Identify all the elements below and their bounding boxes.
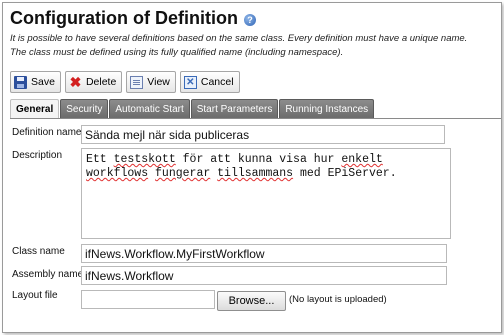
cancel-button[interactable]: ✕ Cancel (179, 71, 240, 93)
cancel-icon: ✕ (183, 75, 197, 89)
delete-button[interactable]: ✖ Delete (64, 71, 123, 93)
class-name-input[interactable] (81, 244, 447, 263)
tab-general[interactable]: General (10, 99, 60, 118)
definition-name-input[interactable] (81, 125, 445, 144)
page-title: Configuration of Definition (10, 8, 238, 28)
save-button[interactable]: Save (10, 71, 61, 93)
page-title-row: Configuration of Definition ? (10, 8, 256, 29)
intro-line-1: It is possible to have several definitio… (10, 33, 468, 44)
view-button[interactable]: View (126, 71, 176, 93)
browse-button[interactable]: Browse... (217, 291, 286, 311)
layout-file-input[interactable] (81, 290, 215, 309)
description-textarea[interactable]: Ett testskott för att kunna visa hur enk… (81, 148, 451, 239)
description-line-1: Ett testskott för att kunna visa hur enk… (86, 153, 383, 166)
spell-error-word: enkelt (341, 153, 383, 166)
tab-automatic-start[interactable]: Automatic Start (109, 99, 190, 118)
intro-line-2: The class must be defined using its full… (10, 47, 344, 58)
class-name-label: Class name (12, 246, 65, 257)
spell-error-word: workflows (86, 167, 149, 180)
spell-error-word: tillsammans (217, 167, 294, 180)
view-icon (130, 75, 144, 89)
delete-icon: ✖ (69, 73, 82, 90)
configuration-panel: Configuration of Definition ? It is poss… (2, 2, 502, 333)
tab-security[interactable]: Security (60, 99, 109, 118)
tab-divider (10, 118, 501, 119)
tab-running-instances[interactable]: Running Instances (279, 99, 375, 118)
spell-error-word: fungerar (155, 167, 211, 180)
delete-button-label: Delete (85, 76, 117, 88)
save-button-label: Save (31, 76, 55, 88)
assembly-name-input[interactable] (81, 266, 447, 285)
save-icon (14, 75, 27, 89)
assembly-name-label: Assembly name (12, 269, 84, 280)
toolbar: Save ✖ Delete View ✕ Cancel (10, 71, 240, 93)
help-icon[interactable]: ? (243, 14, 256, 26)
cancel-button-label: Cancel (200, 76, 234, 88)
tab-bar: General Security Automatic Start Start P… (10, 99, 375, 118)
view-button-label: View (147, 76, 170, 88)
intro-text: It is possible to have several definitio… (10, 32, 502, 60)
description-line-2: workflows fungerar tillsammans med EPiSe… (86, 167, 397, 180)
spell-error-word: testskott (113, 153, 176, 166)
layout-file-label: Layout file (12, 290, 58, 301)
layout-status-text: (No layout is uploaded) (289, 294, 387, 305)
description-label: Description (12, 150, 63, 161)
definition-name-label: Definition name (12, 127, 82, 138)
tab-start-parameters[interactable]: Start Parameters (190, 99, 279, 118)
